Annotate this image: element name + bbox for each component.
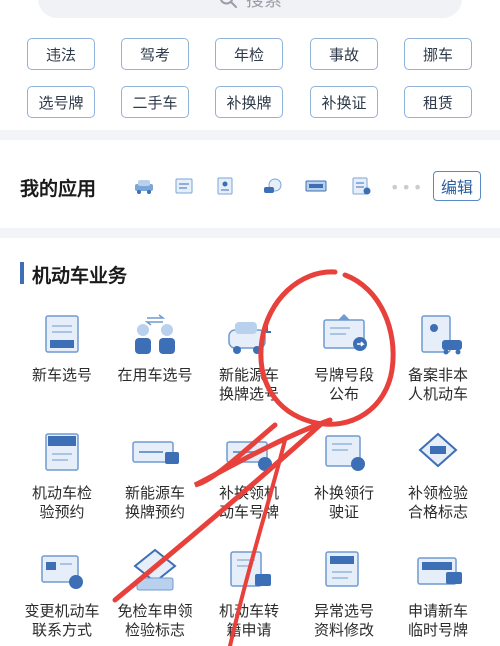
divider — [0, 228, 500, 238]
ev-plate-booking-icon — [132, 441, 179, 464]
service-label: 机动车检 验预约 — [31, 484, 92, 521]
service-change-contact[interactable]: 变更机动车 联系方式 — [14, 548, 110, 640]
service-label: 备案非本 人机动车 — [407, 366, 468, 403]
tag-rental[interactable]: 租赁 — [404, 86, 472, 118]
service-replace-driving-license[interactable]: 补换领行 驶证 — [296, 430, 392, 522]
ev-car-icon — [228, 322, 271, 354]
service-label: 异常选号 资料修改 — [313, 602, 374, 639]
temp-plate-icon — [417, 557, 462, 585]
service-label: 号牌号段 公布 — [313, 366, 374, 403]
service-inspection-booking[interactable]: 机动车检 验预约 — [14, 430, 110, 522]
service-label: 免检车申领 检验标志 — [117, 602, 193, 639]
service-reissue-inspection-mark[interactable]: 补领检验 合格标志 — [390, 430, 486, 522]
tag-replace-license[interactable]: 补换证 — [310, 86, 378, 118]
service-exempt-inspection-mark[interactable]: 免检车申领 检验标志 — [107, 548, 203, 640]
my-apps-title: 我的应用 — [20, 178, 97, 200]
tag-used-car[interactable]: 二手车 — [121, 86, 189, 118]
service-vehicle-transfer[interactable]: 机动车转 籍申请 — [201, 548, 297, 640]
inspection-booking-icon — [45, 433, 79, 471]
service-label: 补领检验 合格标志 — [407, 484, 468, 521]
service-used-car-plate[interactable]: 在用车选号 — [107, 312, 203, 385]
search-icon — [219, 0, 237, 8]
plate-replace-icon — [226, 441, 272, 471]
tag-move-car[interactable]: 挪车 — [404, 38, 472, 70]
service-new-car-plate[interactable]: 新车选号 — [14, 312, 110, 385]
service-label: 在用车选号 — [117, 366, 193, 384]
announcement-icon — [323, 314, 367, 351]
service-ev-plate-booking[interactable]: 新能源车 换牌预约 — [107, 430, 203, 522]
contact-change-icon — [41, 555, 83, 589]
service-ev-plate-select[interactable]: 新能源车 换牌选号 — [201, 312, 297, 404]
service-label: 新车选号 — [31, 366, 92, 384]
my-apps-row: 我的应用 — [0, 150, 500, 225]
license-icon[interactable] — [214, 177, 236, 195]
section-title: 机动车业务 — [32, 265, 128, 287]
service-record-non-owner-car[interactable]: 备案非本 人机动车 — [390, 312, 486, 404]
document-icon[interactable] — [173, 177, 195, 195]
tag-select-plate[interactable]: 选号牌 — [27, 86, 95, 118]
form-icon[interactable] — [350, 177, 372, 195]
license-replace-icon — [325, 435, 365, 471]
service-label: 变更机动车 联系方式 — [24, 602, 100, 639]
service-label: 新能源车 换牌预约 — [124, 484, 185, 521]
edit-button[interactable]: 编辑 — [433, 171, 481, 201]
plate-board-icon — [45, 315, 79, 353]
service-label: 补换领行 驶证 — [313, 484, 374, 521]
service-label: 补换领机 动车号牌 — [218, 484, 279, 521]
service-plate-range-announce[interactable]: 号牌号段 公布 — [296, 312, 392, 404]
more-dots[interactable]: ••• — [390, 178, 424, 197]
search-bar[interactable]: 搜索 — [38, 0, 462, 18]
inspection-mark-icon — [418, 432, 458, 468]
car-icon[interactable] — [133, 177, 155, 195]
service-replace-plate[interactable]: 补换领机 动车号牌 — [201, 430, 297, 522]
abnormal-edit-icon — [325, 551, 359, 587]
search-placeholder: 搜索 — [246, 0, 282, 11]
plate-icon[interactable] — [305, 177, 327, 195]
people-swap-icon — [135, 314, 175, 354]
record-car-icon — [421, 315, 462, 355]
service-label: 申请新车 临时号牌 — [407, 602, 468, 639]
service-label: 机动车转 籍申请 — [218, 602, 279, 639]
service-abnormal-plate-edit[interactable]: 异常选号 资料修改 — [296, 548, 392, 640]
tag-violation[interactable]: 违法 — [27, 38, 95, 70]
service-label: 新能源车 换牌选号 — [218, 366, 279, 403]
tag-accident[interactable]: 事故 — [310, 38, 378, 70]
tag-driving-test[interactable]: 驾考 — [121, 38, 189, 70]
service-temp-plate[interactable]: 申请新车 临时号牌 — [390, 548, 486, 640]
transfer-icon — [230, 551, 271, 587]
divider — [0, 130, 500, 140]
tag-annual-inspection[interactable]: 年检 — [215, 38, 283, 70]
section-accent-bar — [20, 262, 24, 284]
driver-icon[interactable] — [262, 177, 284, 195]
tag-replace-plate[interactable]: 补换牌 — [215, 86, 283, 118]
exempt-mark-icon — [133, 548, 177, 591]
